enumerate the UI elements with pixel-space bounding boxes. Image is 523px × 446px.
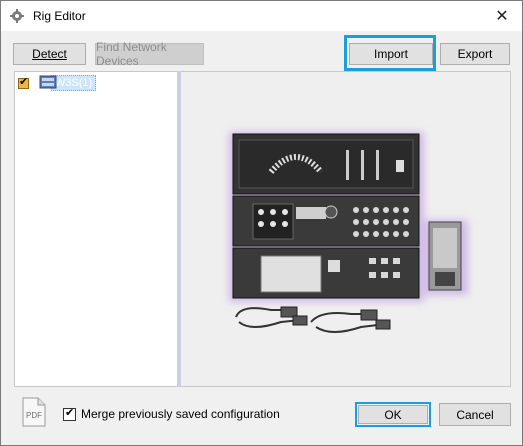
tree-item[interactable]: ✔ W3S(1) [18, 75, 97, 91]
import-label: Import [373, 47, 408, 61]
cancel-label: Cancel [456, 407, 494, 422]
rig-editor-window: Rig Editor ✕ Detect Find Network Devices… [0, 0, 523, 446]
import-button[interactable]: Import [349, 43, 433, 65]
ok-label: OK [384, 407, 402, 422]
close-icon: ✕ [495, 8, 509, 25]
cancel-button[interactable]: Cancel [439, 403, 511, 426]
find-network-devices-label: Find Network Devices [96, 40, 167, 68]
find-network-devices-button[interactable]: Find Network Devices [95, 40, 204, 68]
merge-option[interactable]: ✔ Merge previously saved configuration [63, 407, 280, 421]
close-button[interactable]: ✕ [482, 1, 522, 31]
export-label: Export [457, 47, 493, 61]
rig-tree[interactable]: ✔ W3S(1) [14, 71, 179, 387]
tree-item-label: W3S(1) [51, 75, 97, 91]
pdf-label: PDF [26, 411, 42, 420]
gear-icon [10, 9, 24, 23]
merge-checkbox[interactable]: ✔ [63, 407, 76, 421]
window-title: Rig Editor [33, 9, 86, 23]
export-button[interactable]: Export [440, 43, 510, 65]
ok-button[interactable]: OK [358, 405, 428, 424]
device-preview [181, 71, 511, 387]
merge-label: Merge previously saved configuration [81, 407, 280, 421]
device-icon [39, 75, 57, 89]
tree-item-checkbox[interactable]: ✔ [18, 76, 29, 89]
detect-button[interactable]: Detect [13, 43, 86, 65]
detect-label: Detect [32, 47, 67, 61]
device-rig-illustration [229, 132, 468, 333]
title-bar: Rig Editor ✕ [1, 1, 522, 31]
pdf-icon[interactable]: PDF [22, 397, 46, 427]
